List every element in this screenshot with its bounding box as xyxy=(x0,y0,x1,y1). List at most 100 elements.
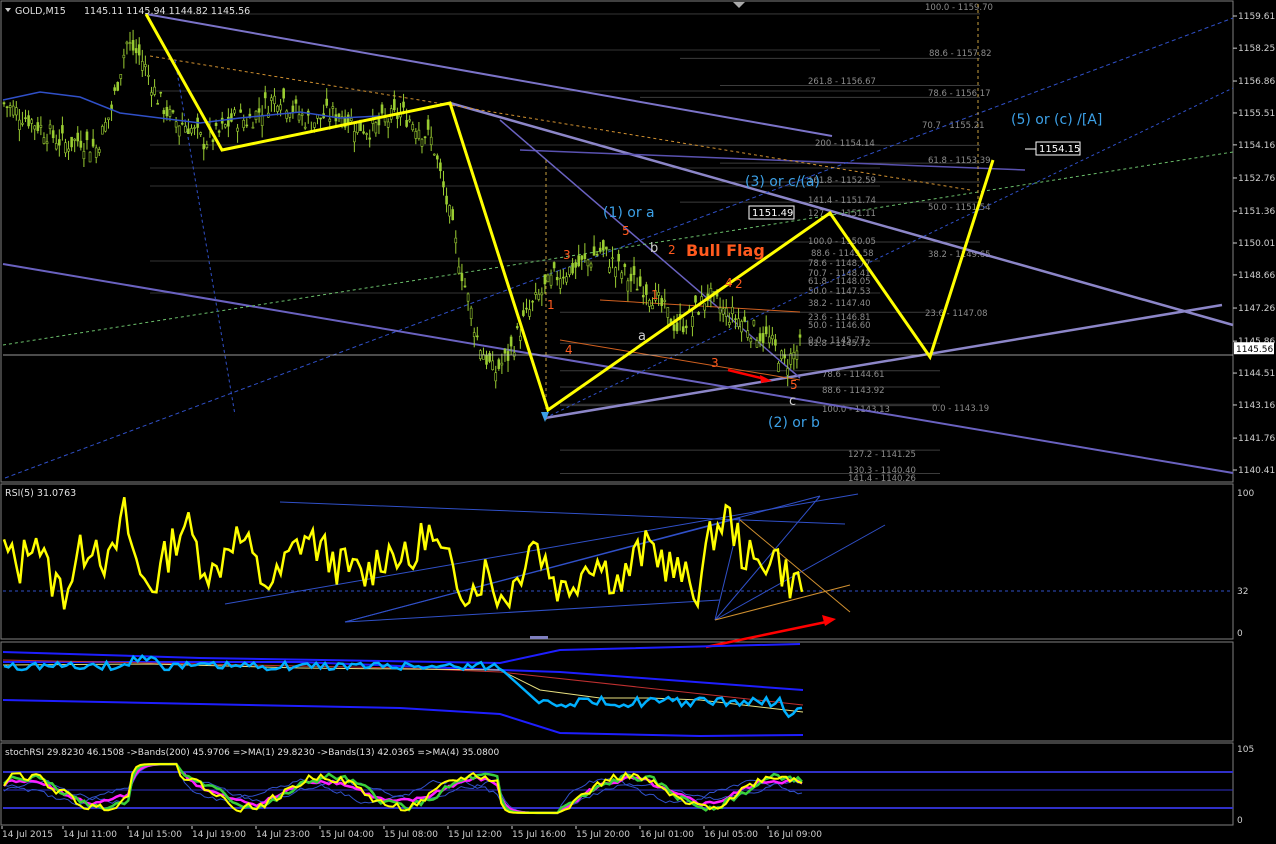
candle-body xyxy=(429,136,433,146)
long-dotted-trendline[interactable] xyxy=(4,17,1234,479)
candle-body xyxy=(227,116,230,127)
candle-body xyxy=(414,131,418,139)
candle-body xyxy=(273,95,276,105)
chart-canvas[interactable]: 1159.61 1158.25 1156.86 1155.51 1154.16 1152.… xyxy=(0,0,1276,840)
ohlc-label: 1145.11 1145.94 1144.82 1145.56 xyxy=(84,6,250,17)
candle-body xyxy=(104,122,107,132)
candle-body xyxy=(190,128,193,134)
candle-body xyxy=(303,126,307,129)
candle-body xyxy=(629,273,633,282)
shift-marker-icon[interactable] xyxy=(733,2,745,8)
time-tick-label: 14 Jul 23:00 xyxy=(256,830,310,840)
main-panel-frame xyxy=(0,0,1234,483)
collapse-icon[interactable] xyxy=(5,8,11,12)
candle-body xyxy=(285,110,289,119)
candle-body xyxy=(534,292,537,295)
candle-body xyxy=(147,74,150,77)
rsi-panel-frame xyxy=(0,483,1234,640)
price-tick-label: 1155.51 xyxy=(1238,109,1275,119)
candle-body xyxy=(91,138,95,147)
rsi-orange-line-2 xyxy=(714,584,851,621)
candle-body xyxy=(242,119,246,128)
stoch-panel: stochRSI 29.8230 46.1508 ->Bands(200) 45… xyxy=(3,745,1254,826)
candle-body xyxy=(159,91,163,94)
candle-body xyxy=(79,140,83,148)
candle-body xyxy=(88,151,92,163)
candle-body xyxy=(620,272,624,279)
time-tick-label: 14 Jul 2015 xyxy=(2,830,53,840)
candle-body xyxy=(205,144,209,148)
candle-body xyxy=(97,149,101,153)
count-label: 2 xyxy=(668,243,676,257)
candle-body xyxy=(270,97,273,101)
fib-level-label: 141.4 - 1151.74 xyxy=(808,196,876,206)
lower-channel-line[interactable] xyxy=(2,263,1234,474)
candle-body xyxy=(153,86,156,95)
bull-flag-label: Bull Flag xyxy=(686,241,765,260)
fib-level-label: 88.6 - 1157.82 xyxy=(929,49,992,59)
candle-body xyxy=(721,308,725,315)
rsi-tick: 0 xyxy=(1237,629,1243,639)
candle-body xyxy=(463,285,467,288)
candle-body xyxy=(137,44,141,56)
price-tick-label: 1158.25 xyxy=(1238,44,1275,54)
count-label: 5 xyxy=(790,378,798,392)
candle-body xyxy=(150,92,153,96)
candle-body xyxy=(30,119,33,124)
rsi-panel: RSI(5) 31.0763 100 32 0 xyxy=(2,488,1254,649)
candle-body xyxy=(263,92,267,99)
candle-body xyxy=(589,263,593,268)
candle-body xyxy=(423,136,427,139)
time-tick-label: 16 Jul 05:00 xyxy=(704,830,758,840)
price-tick-label: 1141.76 xyxy=(1238,434,1275,444)
candle-body xyxy=(2,102,6,105)
candle-body xyxy=(297,114,301,121)
candle-body xyxy=(439,162,442,172)
candle-body xyxy=(5,106,9,108)
candle-body xyxy=(691,315,694,327)
candle-body xyxy=(230,113,233,122)
candle-body xyxy=(586,259,590,267)
candle-body xyxy=(82,151,86,160)
candle-body xyxy=(383,117,387,123)
price-tick-label: 1156.86 xyxy=(1238,77,1275,87)
candle-body xyxy=(580,255,584,260)
candle-body xyxy=(300,113,304,116)
candle-body xyxy=(761,333,765,343)
candle-body xyxy=(313,122,316,128)
candle-body xyxy=(405,120,408,127)
candle-body xyxy=(635,288,639,291)
candle-body xyxy=(666,307,670,318)
candle-body xyxy=(58,139,61,146)
candle-body xyxy=(54,143,58,150)
candle-body xyxy=(445,195,448,205)
candle-body xyxy=(239,109,242,113)
candle-body xyxy=(798,334,802,338)
rsi-tick: 32 xyxy=(1237,587,1248,597)
price-tick-label: 1143.16 xyxy=(1238,401,1275,411)
fib-level-label: 23.6 - 1147.08 xyxy=(925,309,988,319)
candle-body xyxy=(598,247,602,252)
fib-level-label: 50.0 - 1146.60 xyxy=(808,321,871,331)
candle-body xyxy=(543,274,547,285)
candle-body xyxy=(319,117,322,120)
flag-bottom-line[interactable] xyxy=(544,303,1223,420)
candle-body xyxy=(537,293,541,300)
candle-body xyxy=(162,110,166,115)
count-label: 1 xyxy=(547,298,555,312)
price-tick-label: 1151.36 xyxy=(1238,207,1275,217)
candle-body xyxy=(408,119,411,122)
candle-body xyxy=(549,274,553,286)
scroll-marker[interactable] xyxy=(530,636,548,639)
candle-body xyxy=(734,318,737,320)
candle-body xyxy=(571,262,574,274)
candle-body xyxy=(740,321,743,333)
candle-body xyxy=(574,262,577,268)
candle-body xyxy=(70,136,73,148)
candle-body xyxy=(605,246,608,250)
candle-body xyxy=(24,117,27,120)
candle-body xyxy=(562,276,565,279)
fib-level-label: 141.4 - 1140.26 xyxy=(848,474,916,484)
candle-body xyxy=(36,122,40,131)
candle-body xyxy=(125,41,129,45)
